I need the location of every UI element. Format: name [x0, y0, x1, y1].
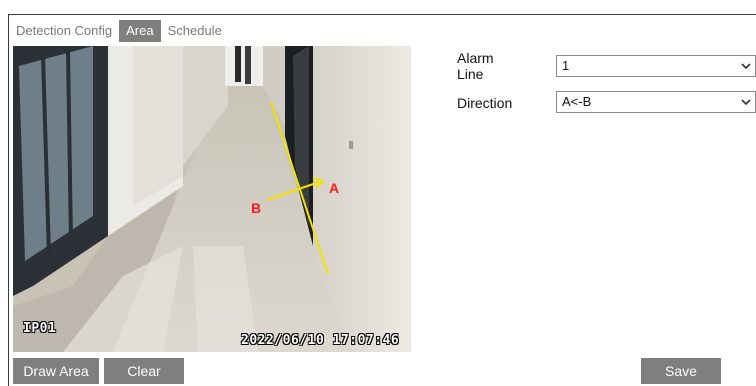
timestamp-osd: 2022/06/10 17:07:46: [241, 333, 400, 348]
tab-area[interactable]: Area: [119, 20, 161, 42]
line-label-b: B: [251, 200, 262, 216]
direction-select[interactable]: A<-B: [556, 91, 756, 113]
tab-bar: Detection Config Area Schedule: [9, 20, 229, 44]
chevron-down-icon: [741, 99, 751, 106]
alarm-line-value: 1: [562, 58, 570, 73]
tab-detection-config[interactable]: Detection Config: [9, 20, 119, 42]
save-button[interactable]: Save: [641, 358, 721, 384]
video-preview[interactable]: A B IP01 2022/06/10 17:07:46: [13, 46, 411, 352]
clear-button[interactable]: Clear: [104, 358, 184, 384]
alarm-line-overlay[interactable]: [13, 46, 411, 352]
tab-schedule[interactable]: Schedule: [161, 20, 229, 42]
line-label-a: A: [329, 180, 340, 196]
chevron-down-icon: [741, 63, 751, 70]
direction-value: A<-B: [562, 94, 592, 109]
camera-name-osd: IP01: [23, 321, 57, 336]
alarm-line-label: Alarm Line: [457, 50, 494, 82]
direction-label: Direction: [457, 95, 513, 111]
alarm-line-select[interactable]: 1: [556, 55, 756, 77]
direction-arrow-line: [266, 180, 323, 201]
draw-area-button[interactable]: Draw Area: [13, 358, 99, 384]
